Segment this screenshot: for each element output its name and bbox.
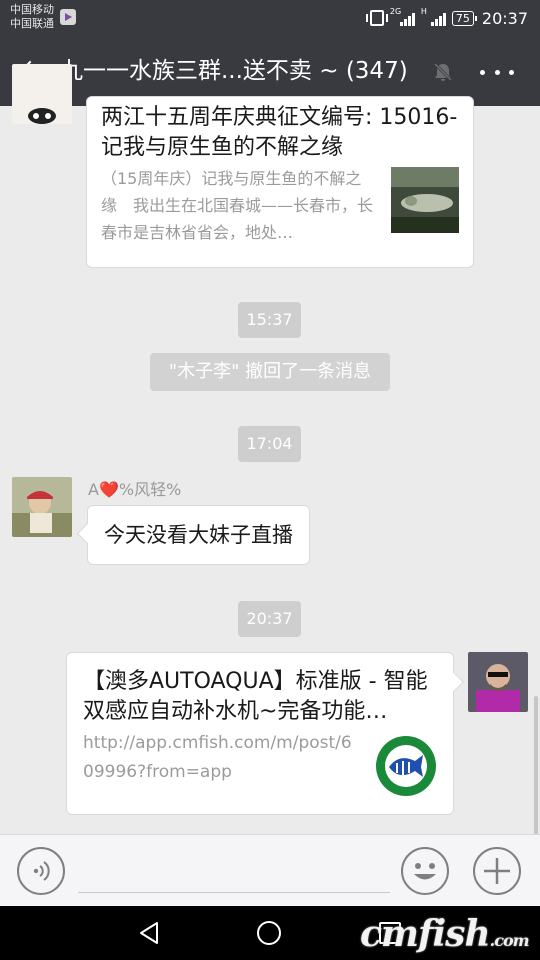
watermark-suffix: .com	[489, 931, 530, 950]
avatar[interactable]	[12, 64, 72, 124]
mute-bell-icon	[433, 62, 453, 82]
bubble-tail	[444, 672, 464, 692]
status-indicators: 2G H 75 20:37	[365, 7, 528, 29]
watermark: cmfish.com	[360, 913, 530, 960]
voice-icon[interactable]	[17, 847, 65, 895]
site-logo-icon	[376, 736, 436, 796]
plus-icon[interactable]	[473, 847, 521, 895]
nav-back-icon[interactable]	[138, 921, 162, 945]
more-options-icon[interactable]	[480, 60, 514, 84]
app-notification-icon	[60, 9, 76, 25]
recall-notice: "木子李" 撤回了一条消息	[150, 353, 390, 391]
signal-icon-1: 2G	[389, 7, 415, 26]
text-message-bubble[interactable]: 今天没看大妹子直播	[87, 505, 310, 565]
article-description: （15周年庆）记我与原生鱼的不解之缘 我出生在北国春城——长春市，长春市是吉林省…	[101, 169, 374, 242]
network-type-1: 2G	[389, 7, 402, 16]
link-url: http://app.cmfish.com/m/post/609996?from…	[83, 733, 352, 782]
status-time: 20:37	[481, 8, 528, 28]
status-bar: 中国移动 中国联通 2G H 75 20:37	[0, 0, 540, 36]
nav-home-icon[interactable]	[257, 921, 281, 945]
carrier-1: 中国移动	[10, 3, 54, 16]
article-thumbnail	[391, 167, 459, 233]
article-card[interactable]: 两江十五周年庆典征文编号: 15016- 记我与原生鱼的不解之缘 （15周年庆）…	[86, 96, 474, 268]
chat-input-bar	[0, 834, 540, 906]
timestamp: 17:04	[238, 426, 301, 462]
message-input[interactable]	[78, 849, 390, 893]
carrier-2: 中国联通	[10, 17, 54, 30]
timestamp: 15:37	[238, 302, 301, 338]
avatar[interactable]	[468, 652, 528, 712]
emoji-icon[interactable]	[401, 847, 449, 895]
timestamp: 20:37	[238, 601, 301, 637]
article-title: 两江十五周年庆典征文编号: 15016- 记我与原生鱼的不解之缘	[101, 105, 458, 160]
sender-name: A❤️%风轻%	[88, 480, 182, 499]
watermark-main: cmfish	[360, 913, 491, 955]
link-card[interactable]: 【澳多AUTOAQUA】标准版 - 智能双感应自动补水机~完备功能… http:…	[66, 652, 464, 815]
link-title: 【澳多AUTOAQUA】标准版 - 智能双感应自动补水机~完备功能…	[83, 669, 428, 724]
scrollbar[interactable]	[534, 696, 538, 836]
signal-icon-2: H	[420, 7, 446, 26]
carrier-info: 中国移动 中国联通	[10, 3, 54, 31]
chat-title: 九一一水族三群...送不卖 ~ (347)	[60, 58, 408, 84]
battery-icon: 75	[451, 10, 477, 26]
vibrate-icon	[365, 10, 388, 26]
network-type-2: H	[420, 7, 427, 16]
avatar[interactable]	[12, 477, 72, 537]
system-nav-bar: cmfish.com	[0, 906, 540, 960]
